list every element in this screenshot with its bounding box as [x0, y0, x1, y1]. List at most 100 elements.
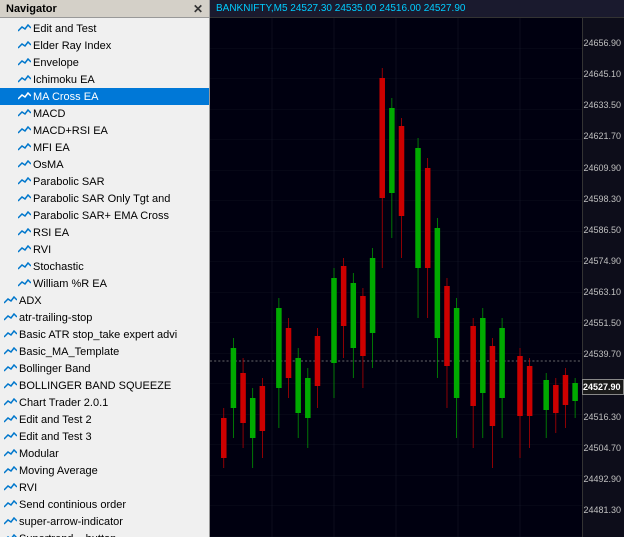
chart-canvas[interactable] [210, 18, 582, 537]
nav-item-william-r[interactable]: William %R EA [0, 275, 209, 292]
price-label: 24492.90 [582, 472, 624, 486]
indicator-icon [4, 313, 17, 323]
indicator-icon [4, 330, 17, 340]
nav-item-macd-rsi[interactable]: MACD+RSI EA [0, 122, 209, 139]
nav-item-envelope[interactable]: Envelope [0, 54, 209, 71]
nav-item-ichimoku[interactable]: Ichimoku EA [0, 71, 209, 88]
nav-item-edit-test[interactable]: Edit and Test [0, 20, 209, 37]
nav-item-osma[interactable]: OsMA [0, 156, 209, 173]
indicator-icon [4, 500, 17, 510]
indicator-icon [4, 347, 17, 357]
chart-area: BANKNIFTY,M5 24527.30 24535.00 24516.00 … [210, 0, 624, 537]
navigator-close-button[interactable]: ✕ [193, 2, 203, 16]
chart-symbol-info: BANKNIFTY,M5 24527.30 24535.00 24516.00 … [216, 3, 465, 14]
nav-item-label: Edit and Test [33, 23, 96, 35]
price-label: 24598.30 [582, 192, 624, 206]
nav-item-parabolic-sar-only[interactable]: Parabolic SAR Only Tgt and [0, 190, 209, 207]
nav-item-edit-test-3[interactable]: Edit and Test 3 [0, 428, 209, 445]
nav-item-label: ADX [19, 295, 42, 307]
nav-item-rsi-ea[interactable]: RSI EA [0, 224, 209, 241]
nav-item-elder-ray[interactable]: Elder Ray Index [0, 37, 209, 54]
indicator-icon [18, 58, 31, 68]
nav-item-label: Chart Trader 2.0.1 [19, 397, 108, 409]
nav-item-label: Parabolic SAR [33, 176, 105, 188]
nav-item-label: Parabolic SAR+ EMA Cross [33, 210, 169, 222]
nav-item-stochastic[interactable]: Stochastic [0, 258, 209, 275]
nav-item-modular[interactable]: Modular [0, 445, 209, 462]
nav-item-macd[interactable]: MACD [0, 105, 209, 122]
indicator-icon [4, 534, 17, 537]
nav-item-label: Ichimoku EA [33, 74, 95, 86]
price-label: 24504.70 [582, 441, 624, 455]
indicator-icon [18, 160, 31, 170]
indicator-icon [18, 24, 31, 34]
indicator-icon [18, 75, 31, 85]
price-label: 24656.90 [582, 36, 624, 50]
price-label: 24551.50 [582, 316, 624, 330]
nav-item-rvi[interactable]: RVI [0, 241, 209, 258]
nav-item-moving-avg[interactable]: Moving Average [0, 462, 209, 479]
nav-item-chart-trader[interactable]: Chart Trader 2.0.1 [0, 394, 209, 411]
nav-item-label: RVI [19, 482, 37, 494]
nav-item-label: Basic_MA_Template [19, 346, 119, 358]
nav-item-label: Modular [19, 448, 59, 460]
price-label: 24645.10 [582, 67, 624, 81]
price-label: 24539.70 [582, 347, 624, 361]
indicator-icon [18, 92, 31, 102]
indicator-icon [18, 143, 31, 153]
nav-item-label: Edit and Test 3 [19, 431, 92, 443]
indicator-icon [18, 41, 31, 51]
price-label: 24574.90 [582, 254, 624, 268]
nav-item-label: Edit and Test 2 [19, 414, 92, 426]
chart-header: BANKNIFTY,M5 24527.30 24535.00 24516.00 … [210, 0, 624, 18]
nav-item-parabolic-sar[interactable]: Parabolic SAR [0, 173, 209, 190]
price-label: 24621.70 [582, 129, 624, 143]
price-label: 24516.30 [582, 410, 624, 424]
indicator-icon [4, 364, 17, 374]
indicator-icon [4, 517, 17, 527]
indicator-icon [18, 126, 31, 136]
nav-item-send-order[interactable]: Send continious order [0, 496, 209, 513]
nav-item-label: Supertrend _ button [19, 533, 116, 537]
nav-item-supertrend[interactable]: Supertrend _ button [0, 530, 209, 537]
nav-item-label: OsMA [33, 159, 64, 171]
indicator-icon [18, 177, 31, 187]
nav-item-adx[interactable]: ADX [0, 292, 209, 309]
indicator-icon [18, 228, 31, 238]
nav-item-mfi-ea[interactable]: MFI EA [0, 139, 209, 156]
nav-item-basic-ma[interactable]: Basic_MA_Template [0, 343, 209, 360]
nav-item-label: Envelope [33, 57, 79, 69]
indicator-icon [18, 109, 31, 119]
nav-item-ma-cross-ea[interactable]: MA Cross EA [0, 88, 209, 105]
nav-item-atr-trailing[interactable]: atr-trailing-stop [0, 309, 209, 326]
nav-item-rvi2[interactable]: RVI [0, 479, 209, 496]
nav-item-label: Send continious order [19, 499, 126, 511]
nav-item-basic-atr[interactable]: Basic ATR stop_take expert advi [0, 326, 209, 343]
nav-item-bollinger-sq[interactable]: BOLLINGER BAND SQUEEZE [0, 377, 209, 394]
indicator-icon [18, 194, 31, 204]
indicator-icon [4, 415, 17, 425]
navigator-header: Navigator ✕ [0, 0, 209, 18]
indicator-icon [4, 432, 17, 442]
navigator-body: Edit and Test Elder Ray Index Envelope I… [0, 18, 209, 537]
price-label: 24609.90 [582, 161, 624, 175]
indicator-icon [18, 245, 31, 255]
indicator-icon [18, 279, 31, 289]
nav-item-label: RVI [33, 244, 51, 256]
nav-item-edit-test-2[interactable]: Edit and Test 2 [0, 411, 209, 428]
nav-item-label: MACD [33, 108, 65, 120]
indicator-icon [4, 483, 17, 493]
nav-item-label: atr-trailing-stop [19, 312, 92, 324]
indicator-icon [4, 449, 17, 459]
price-axis: 24656.90 24645.10 24633.50 24621.70 24609.90… [582, 18, 624, 537]
nav-item-label: Basic ATR stop_take expert advi [19, 329, 177, 341]
nav-item-bollinger[interactable]: Bollinger Band [0, 360, 209, 377]
price-label: 24633.50 [582, 98, 624, 112]
indicator-icon [4, 296, 17, 306]
nav-item-label: Stochastic [33, 261, 84, 273]
price-label: 24527.90 [582, 379, 624, 395]
indicator-icon [4, 381, 17, 391]
price-label: 24586.50 [582, 223, 624, 237]
nav-item-parabolic-sar-ema[interactable]: Parabolic SAR+ EMA Cross [0, 207, 209, 224]
nav-item-super-arrow[interactable]: super-arrow-indicator [0, 513, 209, 530]
